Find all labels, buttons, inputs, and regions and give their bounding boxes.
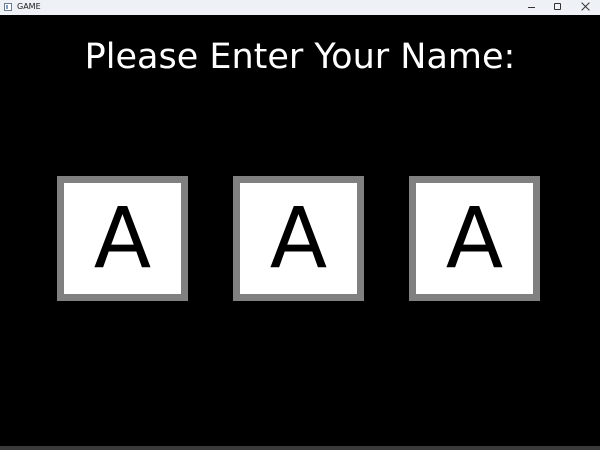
- maximize-button[interactable]: [544, 0, 572, 15]
- letter-slot-3-letter: A: [445, 189, 504, 287]
- minimize-button[interactable]: [518, 0, 546, 15]
- letter-slot-2[interactable]: A: [233, 176, 364, 301]
- window-bottom-edge: [0, 446, 600, 450]
- letter-slot-2-letter: A: [269, 189, 328, 287]
- app-window-icon: [4, 3, 12, 11]
- minimize-icon: [528, 7, 535, 8]
- window-title: GAME: [17, 2, 41, 11]
- letter-slot-1[interactable]: A: [57, 176, 188, 301]
- maximize-icon: [554, 3, 561, 10]
- close-button[interactable]: [571, 0, 599, 15]
- letter-slot-3[interactable]: A: [409, 176, 540, 301]
- close-icon: [581, 2, 590, 11]
- game-canvas[interactable]: Please Enter Your Name: A A A: [0, 15, 600, 446]
- window-titlebar: GAME: [0, 0, 600, 15]
- letter-slot-1-letter: A: [93, 189, 152, 287]
- name-entry-prompt: Please Enter Your Name:: [84, 37, 516, 77]
